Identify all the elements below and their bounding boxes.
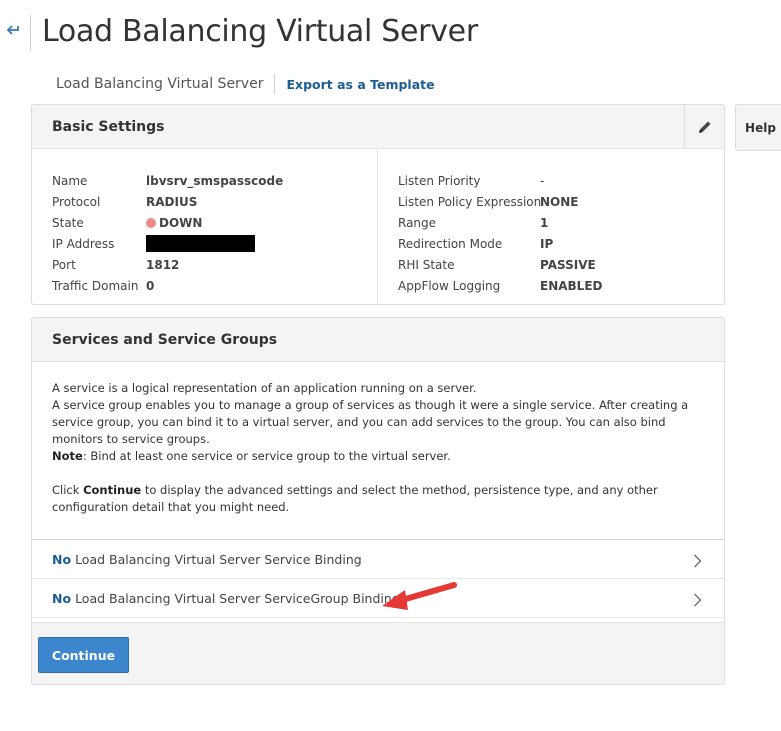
breadcrumb: Load Balancing Virtual Server Export as … bbox=[56, 74, 435, 94]
setting-value: ENABLED bbox=[540, 278, 603, 293]
setting-label: Port bbox=[52, 257, 76, 272]
help-tab[interactable]: Help bbox=[735, 104, 781, 151]
setting-value: 0 bbox=[146, 278, 155, 293]
setting-label: RHI State bbox=[398, 257, 455, 272]
setting-label: Redirection Mode bbox=[398, 236, 503, 251]
breadcrumb-current: Load Balancing Virtual Server bbox=[56, 76, 264, 92]
setting-row-appflow-logging: AppFlow Logging ENABLED bbox=[398, 275, 602, 296]
services-panel: Services and Service Groups A service is… bbox=[31, 317, 725, 685]
setting-row-listen-priority: Listen Priority - bbox=[398, 170, 602, 191]
setting-label: Protocol bbox=[52, 194, 101, 209]
desc-spacer bbox=[52, 465, 704, 482]
note-label: Note bbox=[52, 449, 83, 463]
title-divider bbox=[30, 15, 31, 51]
setting-label: Traffic Domain bbox=[52, 278, 139, 293]
setting-label: AppFlow Logging bbox=[398, 278, 501, 293]
setting-row-listen-policy: Listen Policy Expression NONE bbox=[398, 191, 602, 212]
state-text: DOWN bbox=[159, 215, 203, 230]
setting-value: 1812 bbox=[146, 257, 180, 272]
services-note: Note: Bind at least one service or servi… bbox=[52, 448, 704, 465]
click-suffix: to display the advanced settings and sel… bbox=[52, 483, 658, 514]
note-text: : Bind at least one service or service g… bbox=[82, 449, 451, 463]
services-title: Services and Service Groups bbox=[52, 331, 278, 348]
setting-row-state: State DOWN bbox=[52, 212, 377, 233]
status-dot-icon bbox=[146, 217, 156, 228]
setting-label: Name bbox=[52, 173, 88, 188]
setting-label: Range bbox=[398, 215, 437, 230]
setting-row-rhi-state: RHI State PASSIVE bbox=[398, 254, 602, 275]
binding-count: No bbox=[52, 590, 72, 606]
basic-settings-panel: Basic Settings Name lbvsrv_smspasscode P… bbox=[31, 104, 725, 305]
state-value: DOWN bbox=[146, 216, 202, 230]
services-footer: Continue bbox=[32, 622, 724, 684]
continue-button[interactable]: Continue bbox=[38, 637, 129, 673]
setting-row-traffic-domain: Traffic Domain 0 bbox=[52, 275, 377, 296]
setting-value: 1 bbox=[540, 215, 549, 230]
service-binding-row[interactable]: No Load Balancing Virtual Server Service… bbox=[32, 540, 724, 579]
basic-settings-right-column: Listen Priority - Listen Policy Expressi… bbox=[378, 149, 602, 304]
services-description: A service is a logical representation of… bbox=[32, 362, 724, 540]
services-desc-line: A service is a logical representation of… bbox=[52, 381, 477, 395]
setting-label: State bbox=[52, 215, 84, 230]
setting-value: RADIUS bbox=[146, 194, 198, 209]
redacted-ip-value bbox=[146, 235, 255, 252]
services-header: Services and Service Groups bbox=[32, 318, 724, 362]
setting-row-protocol: Protocol RADIUS bbox=[52, 191, 377, 212]
setting-value: lbvsrv_smspasscode bbox=[146, 173, 284, 188]
basic-settings-left-column: Name lbvsrv_smspasscode Protocol RADIUS … bbox=[32, 149, 378, 304]
setting-value: IP bbox=[540, 236, 554, 251]
setting-value: PASSIVE bbox=[540, 257, 596, 272]
basic-settings-title: Basic Settings bbox=[52, 118, 165, 135]
pencil-icon bbox=[698, 121, 710, 133]
basic-settings-body: Name lbvsrv_smspasscode Protocol RADIUS … bbox=[32, 149, 724, 304]
binding-label: Load Balancing Virtual Server ServiceGro… bbox=[75, 590, 400, 606]
setting-label: Listen Priority bbox=[398, 173, 481, 188]
setting-label: Listen Policy Expression bbox=[398, 194, 542, 209]
setting-row-port: Port 1812 bbox=[52, 254, 377, 275]
binding-label: Load Balancing Virtual Server Service Bi… bbox=[75, 551, 362, 567]
setting-value: NONE bbox=[540, 194, 579, 209]
setting-value: - bbox=[540, 173, 545, 188]
click-bold: Continue bbox=[83, 483, 142, 497]
click-prefix: Click bbox=[52, 483, 84, 497]
chevron-right-icon bbox=[694, 593, 702, 607]
setting-label: IP Address bbox=[52, 236, 115, 251]
page-title: Load Balancing Virtual Server bbox=[42, 14, 478, 49]
servicegroup-binding-row[interactable]: No Load Balancing Virtual Server Service… bbox=[32, 579, 724, 618]
setting-row-ip-address: IP Address bbox=[52, 233, 377, 254]
export-template-link[interactable]: Export as a Template bbox=[286, 77, 434, 92]
services-click-hint: Click Continue to display the advanced s… bbox=[52, 482, 704, 516]
binding-count: No bbox=[52, 551, 72, 567]
chevron-right-icon bbox=[694, 554, 702, 568]
edit-button[interactable] bbox=[684, 105, 724, 149]
setting-row-range: Range 1 bbox=[398, 212, 602, 233]
breadcrumb-divider bbox=[274, 74, 276, 94]
back-arrow-icon[interactable] bbox=[6, 22, 24, 40]
services-desc-line: A service group enables you to manage a … bbox=[52, 398, 689, 446]
setting-row-name: Name lbvsrv_smspasscode bbox=[52, 170, 377, 191]
setting-row-redirection-mode: Redirection Mode IP bbox=[398, 233, 602, 254]
basic-settings-header: Basic Settings bbox=[32, 105, 724, 149]
